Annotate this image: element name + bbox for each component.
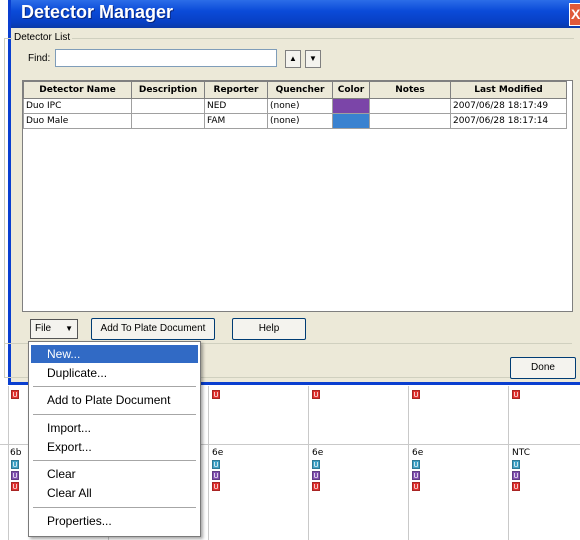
table-row[interactable]: Duo IPC NED (none) 2007/06/28 18:17:49 [23,98,567,114]
well-marker-icon: U [11,460,19,469]
detector-table: Detector Name Description Reporter Quenc… [23,81,567,129]
grid-line [508,386,509,540]
well-marker-icon: U [512,482,520,491]
well-marker-icon: U [412,460,420,469]
well-marker-icon: U [512,471,520,480]
well-marker-icon: U [11,482,19,491]
grid-line [8,386,9,540]
cell-reporter: NED [204,98,268,114]
well-marker-icon: U [312,471,320,480]
detector-list-legend: Detector List [12,32,73,43]
menu-item-import[interactable]: Import... [31,419,198,437]
grid-line [408,386,409,540]
find-input[interactable] [55,49,277,67]
menu-item-clear-all[interactable]: Clear All [31,484,198,502]
well-marker-icon: U [212,482,220,491]
file-dropdown-menu: New... Duplicate... Add to Plate Documen… [28,341,201,537]
file-button-label: File [35,323,52,334]
cell-description [131,98,205,114]
column-header-color[interactable]: Color [332,81,370,99]
cell-last-modified: 2007/06/28 18:17:14 [450,113,567,129]
arrow-up-icon: ▲ [289,54,297,63]
menu-separator [33,386,196,387]
well-marker-icon: U [212,460,220,469]
file-menu-button[interactable]: File ▼ [30,319,78,339]
well-marker-icon: U [312,460,320,469]
table-row[interactable]: Duo Male FAM (none) 2007/06/28 18:17:14 [23,113,567,129]
well-marker-icon: U [312,482,320,491]
find-label: Find: [28,53,51,64]
menu-item-add-to-plate[interactable]: Add to Plate Document [31,391,198,409]
move-down-button[interactable]: ▼ [305,50,321,68]
well-label: 6e [312,448,324,458]
dropdown-arrow-icon: ▼ [65,324,73,333]
add-to-plate-button[interactable]: Add To Plate Document [91,318,215,340]
well-marker-icon: U [11,471,19,480]
menu-item-new[interactable]: New... [31,345,198,363]
well-label: 6e [212,448,224,458]
cell-reporter: FAM [204,113,268,129]
window-title: Detector Manager [21,2,174,22]
well-marker-icon: U [212,390,220,399]
menu-item-duplicate[interactable]: Duplicate... [31,364,198,382]
column-header-description[interactable]: Description [131,81,205,99]
column-header-detector-name[interactable]: Detector Name [23,81,132,99]
menu-separator [33,507,196,508]
well-marker-icon: U [312,390,320,399]
menu-item-export[interactable]: Export... [31,438,198,456]
menu-item-properties[interactable]: Properties... [31,512,198,530]
done-button[interactable]: Done [510,357,576,379]
well-marker-icon: U [512,390,520,399]
arrow-down-icon: ▼ [309,54,317,63]
move-up-button[interactable]: ▲ [285,50,301,68]
column-header-quencher[interactable]: Quencher [267,81,333,99]
cell-detector-name: Duo IPC [23,98,132,114]
menu-separator [33,460,196,461]
column-header-reporter[interactable]: Reporter [204,81,268,99]
cell-quencher: (none) [267,98,333,114]
cell-last-modified: 2007/06/28 18:17:49 [450,98,567,114]
well-marker-icon: U [412,471,420,480]
title-bar[interactable]: Detector Manager X [11,0,580,28]
table-header-row: Detector Name Description Reporter Quenc… [23,81,567,99]
help-button[interactable]: Help [232,318,306,340]
well-marker-icon: U [212,471,220,480]
well-marker-icon: U [11,390,19,399]
well-marker-icon: U [412,482,420,491]
grid-line [208,386,209,540]
well-marker-icon: U [412,390,420,399]
menu-separator [33,414,196,415]
cell-color-swatch[interactable] [332,113,370,129]
close-button[interactable]: X [569,3,580,26]
well-label: NTC [512,448,530,458]
detector-table-area[interactable]: Detector Name Description Reporter Quenc… [22,80,573,312]
grid-line [308,386,309,540]
column-header-last-modified[interactable]: Last Modified [450,81,567,99]
well-label: 6e [412,448,424,458]
cell-description [131,113,205,129]
well-marker-icon: U [512,460,520,469]
cell-notes [369,98,451,114]
cell-notes [369,113,451,129]
cell-color-swatch[interactable] [332,98,370,114]
well-label: 6b [10,448,22,458]
menu-item-clear[interactable]: Clear [31,465,198,483]
cell-quencher: (none) [267,113,333,129]
cell-detector-name: Duo Male [23,113,132,129]
column-header-notes[interactable]: Notes [369,81,451,99]
